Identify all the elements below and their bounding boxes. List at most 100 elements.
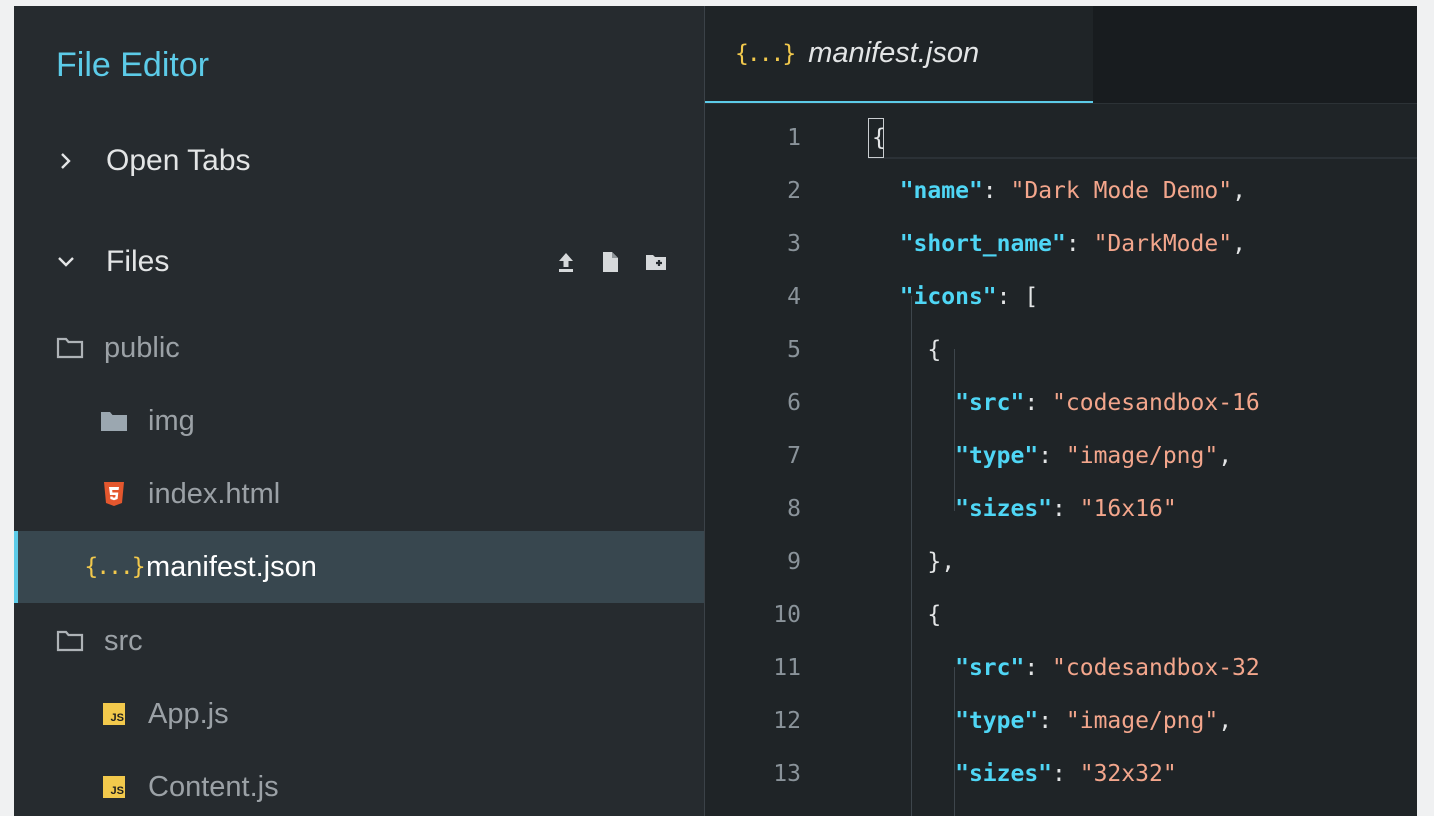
json-punctuation: , — [1218, 443, 1233, 469]
json-key: "name" — [899, 178, 983, 204]
editor-tab-bar: {...} manifest.json — [705, 6, 1417, 104]
line-text: "type": "image/png", — [872, 695, 1232, 748]
json-punctuation: : — [1024, 655, 1053, 681]
line-number: 11 — [773, 655, 801, 681]
code-line: 8 "sizes": "16x16" — [705, 483, 1417, 536]
tree-item-file[interactable]: index.html — [14, 458, 704, 530]
json-key: "short_name" — [899, 231, 1066, 257]
tree-item-label: App.js — [148, 697, 229, 730]
json-punctuation: , — [1232, 178, 1246, 204]
line-number: 2 — [787, 178, 801, 204]
upload-icon[interactable] — [557, 251, 575, 273]
json-punctuation — [872, 655, 955, 681]
js-icon: JS — [98, 776, 130, 798]
json-string: "codesandbox-16 — [1052, 390, 1260, 416]
json-string: "32x32" — [1079, 761, 1177, 787]
tree-item-file-active[interactable]: {...} manifest.json — [14, 531, 704, 603]
line-text: "icons": [ — [872, 271, 1038, 324]
line-number: 4 — [787, 284, 801, 310]
json-punctuation — [872, 708, 955, 734]
code-line: 9 }, — [705, 536, 1417, 589]
json-punctuation: : — [1038, 708, 1066, 734]
json-punctuation: , — [1218, 708, 1233, 734]
folder-filled-icon — [98, 410, 130, 432]
app-window: File Editor Open Tabs Files public img i… — [14, 6, 1417, 816]
json-punctuation — [872, 284, 900, 310]
json-punctuation: : [ — [996, 284, 1039, 310]
code-line: 3 "short_name": "DarkMode", — [705, 218, 1417, 271]
json-punctuation: : — [1024, 390, 1053, 416]
tree-item-label: index.html — [148, 477, 281, 510]
html5-icon — [98, 481, 130, 507]
code-line: 1{ — [705, 112, 1417, 165]
js-icon: JS — [98, 703, 130, 725]
code-line: 10 { — [705, 589, 1417, 642]
line-text: "src": "codesandbox-32 — [872, 642, 1260, 695]
json-icon: {...} — [735, 40, 796, 67]
json-key: "icons" — [899, 284, 997, 310]
line-text: }, — [872, 536, 955, 589]
section-open-tabs[interactable]: Open Tabs — [14, 131, 704, 191]
code-line: 7 "type": "image/png", — [705, 430, 1417, 483]
line-number: 9 — [787, 549, 801, 575]
file-actions — [557, 232, 667, 292]
json-string: "image/png" — [1065, 443, 1219, 469]
json-punctuation: : — [1065, 231, 1094, 257]
line-number: 3 — [787, 231, 801, 257]
line-text: "type": "image/png", — [872, 430, 1232, 483]
line-number: 1 — [787, 125, 801, 151]
json-icon: {...} — [84, 554, 145, 580]
json-key: "src" — [955, 655, 1025, 681]
new-file-icon[interactable] — [601, 251, 619, 273]
tree-item-folder[interactable]: public — [14, 312, 704, 384]
json-punctuation: , — [1232, 231, 1246, 257]
json-punctuation: { — [872, 337, 942, 363]
code-line: 11 "src": "codesandbox-32 — [705, 642, 1417, 695]
json-string: "codesandbox-32 — [1052, 655, 1260, 681]
json-punctuation: { — [872, 602, 942, 628]
json-punctuation: : — [982, 178, 1011, 204]
code-line: 2 "name": "Dark Mode Demo", — [705, 165, 1417, 218]
section-label: Files — [106, 245, 170, 278]
line-number: 8 — [787, 496, 801, 522]
line-text: { — [872, 324, 941, 377]
tree-item-file[interactable]: JS Content.js — [14, 751, 704, 816]
json-key: "type" — [955, 443, 1039, 469]
file-explorer-sidebar: File Editor Open Tabs Files public img i… — [14, 6, 705, 816]
tree-item-label: img — [148, 404, 195, 437]
new-folder-icon[interactable] — [645, 253, 667, 271]
json-punctuation — [872, 390, 955, 416]
code-area[interactable]: 1{2 "name": "Dark Mode Demo", 3 "short_na… — [705, 112, 1417, 816]
line-text: }, — [872, 801, 955, 816]
line-text: "name": "Dark Mode Demo", — [872, 165, 1246, 218]
chevron-down-icon — [56, 255, 76, 269]
code-line: 4 "icons": [ — [705, 271, 1417, 324]
json-punctuation: : — [1052, 496, 1080, 522]
line-number: 7 — [787, 443, 801, 469]
line-text: "sizes": "32x32" — [872, 748, 1177, 801]
json-key: "type" — [955, 708, 1039, 734]
line-number: 10 — [773, 602, 801, 628]
tree-item-label: Content.js — [148, 770, 279, 803]
tree-item-folder[interactable]: src — [14, 605, 704, 677]
json-string: "DarkMode" — [1093, 231, 1233, 257]
json-punctuation: : — [1038, 443, 1066, 469]
line-number: 5 — [787, 337, 801, 363]
folder-outline-icon — [54, 337, 86, 359]
code-line: 12 "type": "image/png", — [705, 695, 1417, 748]
tree-item-file[interactable]: JS App.js — [14, 678, 704, 750]
json-string: "Dark Mode Demo" — [1010, 178, 1233, 204]
code-line: 6 "src": "codesandbox-16 — [705, 377, 1417, 430]
tree-item-label: manifest.json — [146, 550, 317, 583]
line-text: { — [872, 589, 941, 642]
sidebar-title: File Editor — [56, 46, 210, 84]
json-key: "sizes" — [955, 496, 1053, 522]
section-label: Open Tabs — [106, 144, 251, 177]
tree-item-folder[interactable]: img — [14, 385, 704, 457]
json-punctuation: : — [1052, 761, 1080, 787]
folder-outline-icon — [54, 630, 86, 652]
tab-manifest-json[interactable]: {...} manifest.json — [705, 6, 1093, 103]
line-number: 13 — [773, 761, 801, 787]
section-files[interactable]: Files — [14, 232, 704, 292]
code-line: 13 "sizes": "32x32" — [705, 748, 1417, 801]
